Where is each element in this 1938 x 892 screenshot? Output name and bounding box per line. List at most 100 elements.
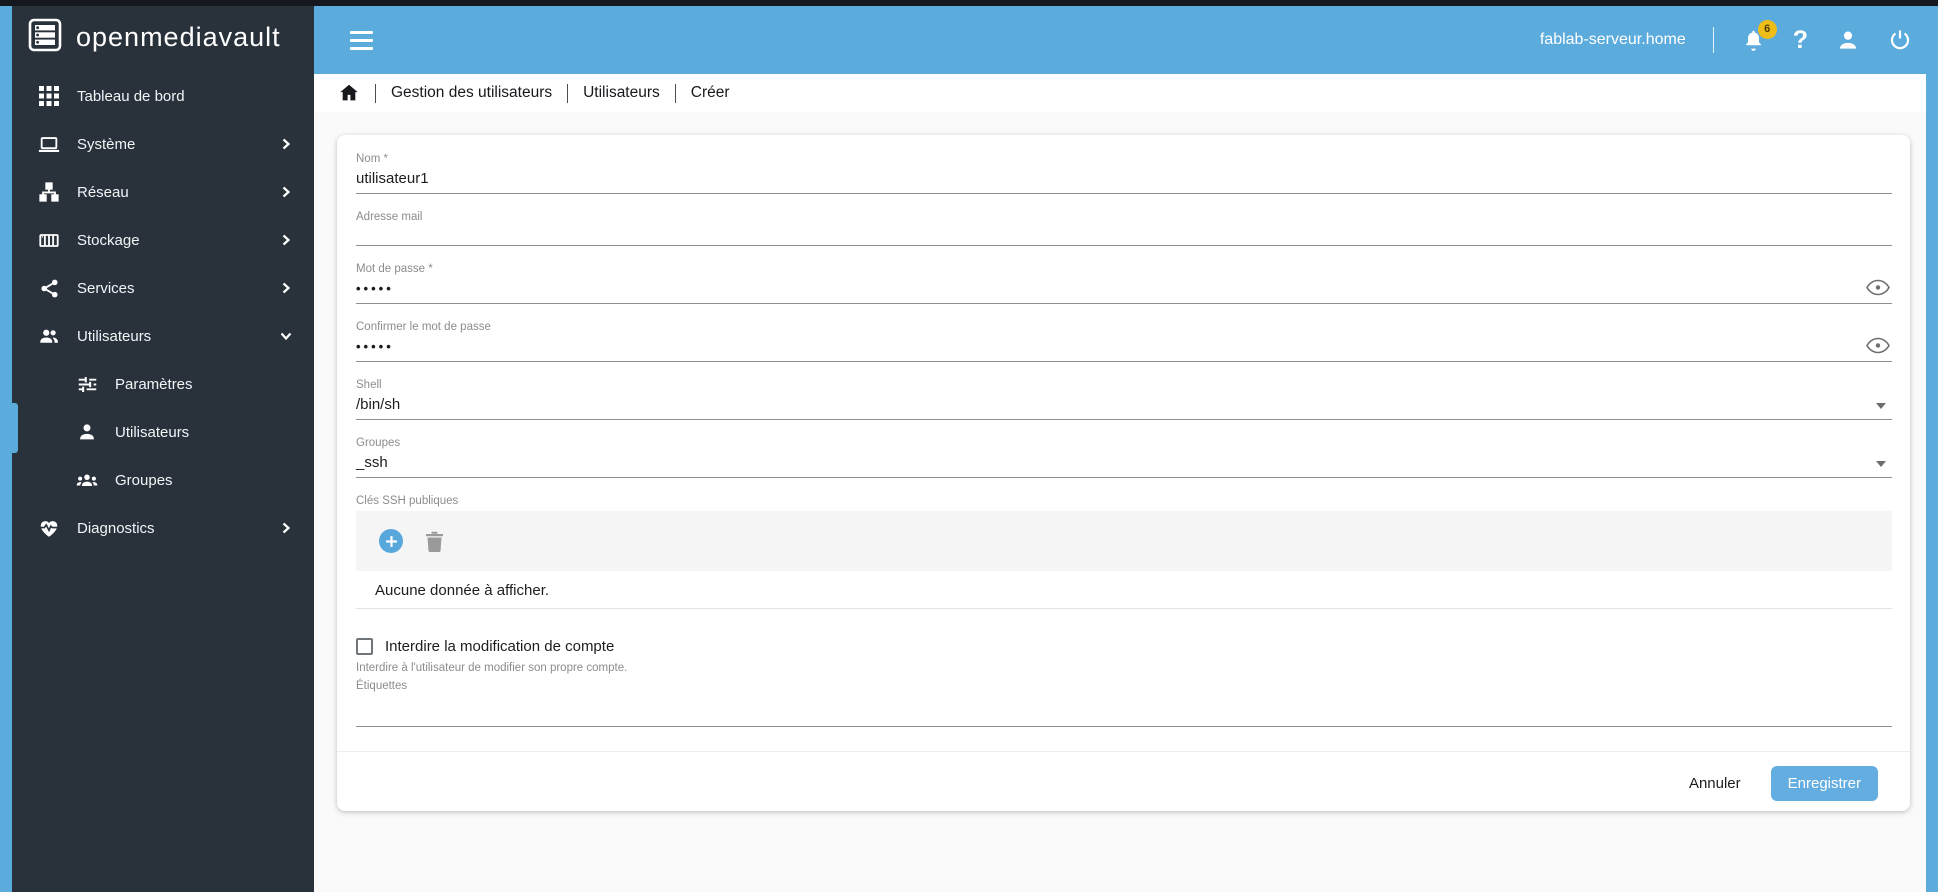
sidebar-item-label: Réseau [77, 183, 129, 201]
chevron-right-icon [280, 138, 292, 150]
ssh-keys-toolbar [356, 511, 1892, 571]
laptop-icon [38, 133, 60, 155]
storage-icon [38, 229, 60, 251]
chevron-down-icon [280, 330, 292, 342]
help-button[interactable]: ? [1793, 27, 1808, 53]
form-actions: Annuler Enregistrer [356, 752, 1892, 801]
dashboard-grid-icon [38, 85, 60, 107]
sidebar-item-groupes[interactable]: Groupes [0, 456, 314, 504]
sidebar-item-parametres[interactable]: Paramètres [0, 360, 314, 408]
sidebar-item-label: Stockage [77, 231, 140, 249]
dropdown-arrow-icon[interactable] [1876, 461, 1886, 467]
power-button[interactable] [1888, 28, 1912, 52]
chevron-right-icon [280, 282, 292, 294]
trash-icon [426, 531, 443, 552]
email-label: Adresse mail [356, 211, 423, 223]
hostname: fablab-serveur.home [1539, 31, 1686, 48]
main-content: Nom * utilisateur1 Adresse mail Mot de p… [314, 112, 1926, 892]
sidebar-item-utilisateurs[interactable]: Utilisateurs [0, 312, 314, 360]
toggle-password-visibility-button[interactable] [1866, 279, 1890, 296]
name-label: Nom * [356, 153, 388, 165]
ssh-keys-label: Clés SSH publiques [356, 495, 459, 507]
sidebar-item-label: Utilisateurs [77, 327, 152, 345]
sidebar-item-label: Utilisateurs [115, 423, 190, 441]
tune-icon [76, 373, 98, 395]
sidebar-item-services[interactable]: Services [0, 264, 314, 312]
ssh-keys-empty-text: Aucune donnée à afficher. [356, 571, 1892, 609]
openmediavault-logo-icon [27, 17, 63, 58]
topbar-divider [1712, 27, 1714, 53]
right-accent-strip [1926, 6, 1938, 892]
groups-label: Groupes [356, 437, 401, 449]
confirm-password-label: Confirmer le mot de passe [356, 321, 491, 333]
chevron-right-icon [280, 522, 292, 534]
breadcrumb-item-gestion[interactable]: Gestion des utilisateurs [391, 84, 552, 102]
power-icon [1890, 30, 1910, 50]
sidebar-item-utilisateurs-sub[interactable]: Utilisateurs [0, 408, 314, 456]
heart-pulse-icon [38, 517, 60, 539]
groups-icon [76, 469, 98, 491]
forbid-account-modification-helper: Interdire à l'utilisateur de modifier so… [356, 662, 628, 674]
sidebar-item-label: Groupes [115, 471, 173, 489]
cancel-button[interactable]: Annuler [1689, 775, 1741, 792]
brand-name: openmediavault [76, 21, 281, 52]
groups-field: Groupes _ssh [356, 436, 1892, 478]
home-icon[interactable] [338, 82, 360, 104]
save-button[interactable]: Enregistrer [1770, 766, 1878, 801]
tags-input[interactable] [356, 707, 1892, 727]
left-accent-strip [0, 6, 12, 892]
chevron-right-icon [280, 234, 292, 246]
plus-icon [385, 535, 397, 547]
user-icon [1839, 31, 1857, 49]
add-ssh-key-button[interactable] [379, 529, 403, 553]
sidebar-item-reseau[interactable]: Réseau [0, 168, 314, 216]
shell-field: Shell /bin/sh [356, 378, 1892, 420]
delete-ssh-key-button[interactable] [425, 531, 444, 552]
sidebar-item-label: Paramètres [115, 375, 193, 393]
toggle-confirm-password-visibility-button[interactable] [1866, 337, 1890, 354]
active-nav-indicator [12, 403, 18, 453]
topbar: fablab-serveur.home 6 ? [314, 6, 1938, 74]
sidebar-item-stockage[interactable]: Stockage [0, 216, 314, 264]
sidebar-item-label: Diagnostics [77, 519, 155, 537]
forbid-account-modification-label[interactable]: Interdire la modification de compte [385, 638, 614, 655]
sidebar-item-label: Services [77, 279, 135, 297]
confirm-password-input[interactable]: ••••• [356, 337, 1892, 362]
ssh-keys-section: Clés SSH publiques Aucune donnée à affic… [356, 494, 1892, 609]
forbid-account-modification-checkbox[interactable] [356, 638, 373, 655]
breadcrumb-separator [375, 83, 376, 103]
notifications-badge: 6 [1757, 19, 1777, 39]
share-icon [38, 277, 60, 299]
email-input[interactable] [356, 227, 1892, 246]
sidebar-item-tableau-de-bord[interactable]: Tableau de bord [0, 72, 314, 120]
password-input[interactable]: ••••• [356, 279, 1892, 304]
sidebar-nav: Tableau de bord Système Réseau Stockage … [0, 68, 314, 552]
email-field: Adresse mail [356, 210, 1892, 246]
password-label: Mot de passe * [356, 263, 433, 275]
name-field: Nom * utilisateur1 [356, 152, 1892, 194]
shell-select[interactable]: /bin/sh [356, 395, 1892, 420]
sidebar-item-systeme[interactable]: Système [0, 120, 314, 168]
sidebar-item-label: Système [77, 135, 136, 153]
breadcrumb-separator [674, 83, 676, 103]
brand-header[interactable]: openmediavault [0, 6, 314, 68]
eye-icon [1866, 337, 1890, 354]
breadcrumb: Gestion des utilisateurs Utilisateurs Cr… [314, 74, 1926, 112]
groups-select[interactable]: _ssh [356, 453, 1892, 478]
window-top-edge [0, 0, 1938, 6]
breadcrumb-separator [567, 83, 569, 103]
sidebar-item-diagnostics[interactable]: Diagnostics [0, 504, 314, 552]
eye-icon [1866, 279, 1890, 296]
network-icon [38, 181, 60, 203]
notifications-button[interactable]: 6 [1741, 19, 1777, 53]
user-menu-button[interactable] [1835, 27, 1861, 53]
chevron-right-icon [280, 186, 292, 198]
forbid-modification-row: Interdire la modification de compte [356, 638, 1892, 655]
breadcrumb-item-creer: Créer [690, 84, 730, 101]
shell-label: Shell [356, 379, 382, 391]
breadcrumb-item-utilisateurs[interactable]: Utilisateurs [583, 84, 660, 102]
dropdown-arrow-icon[interactable] [1876, 403, 1886, 409]
name-input[interactable]: utilisateur1 [356, 169, 1892, 194]
password-field: Mot de passe * ••••• [356, 262, 1892, 304]
menu-toggle-button[interactable] [350, 30, 373, 50]
